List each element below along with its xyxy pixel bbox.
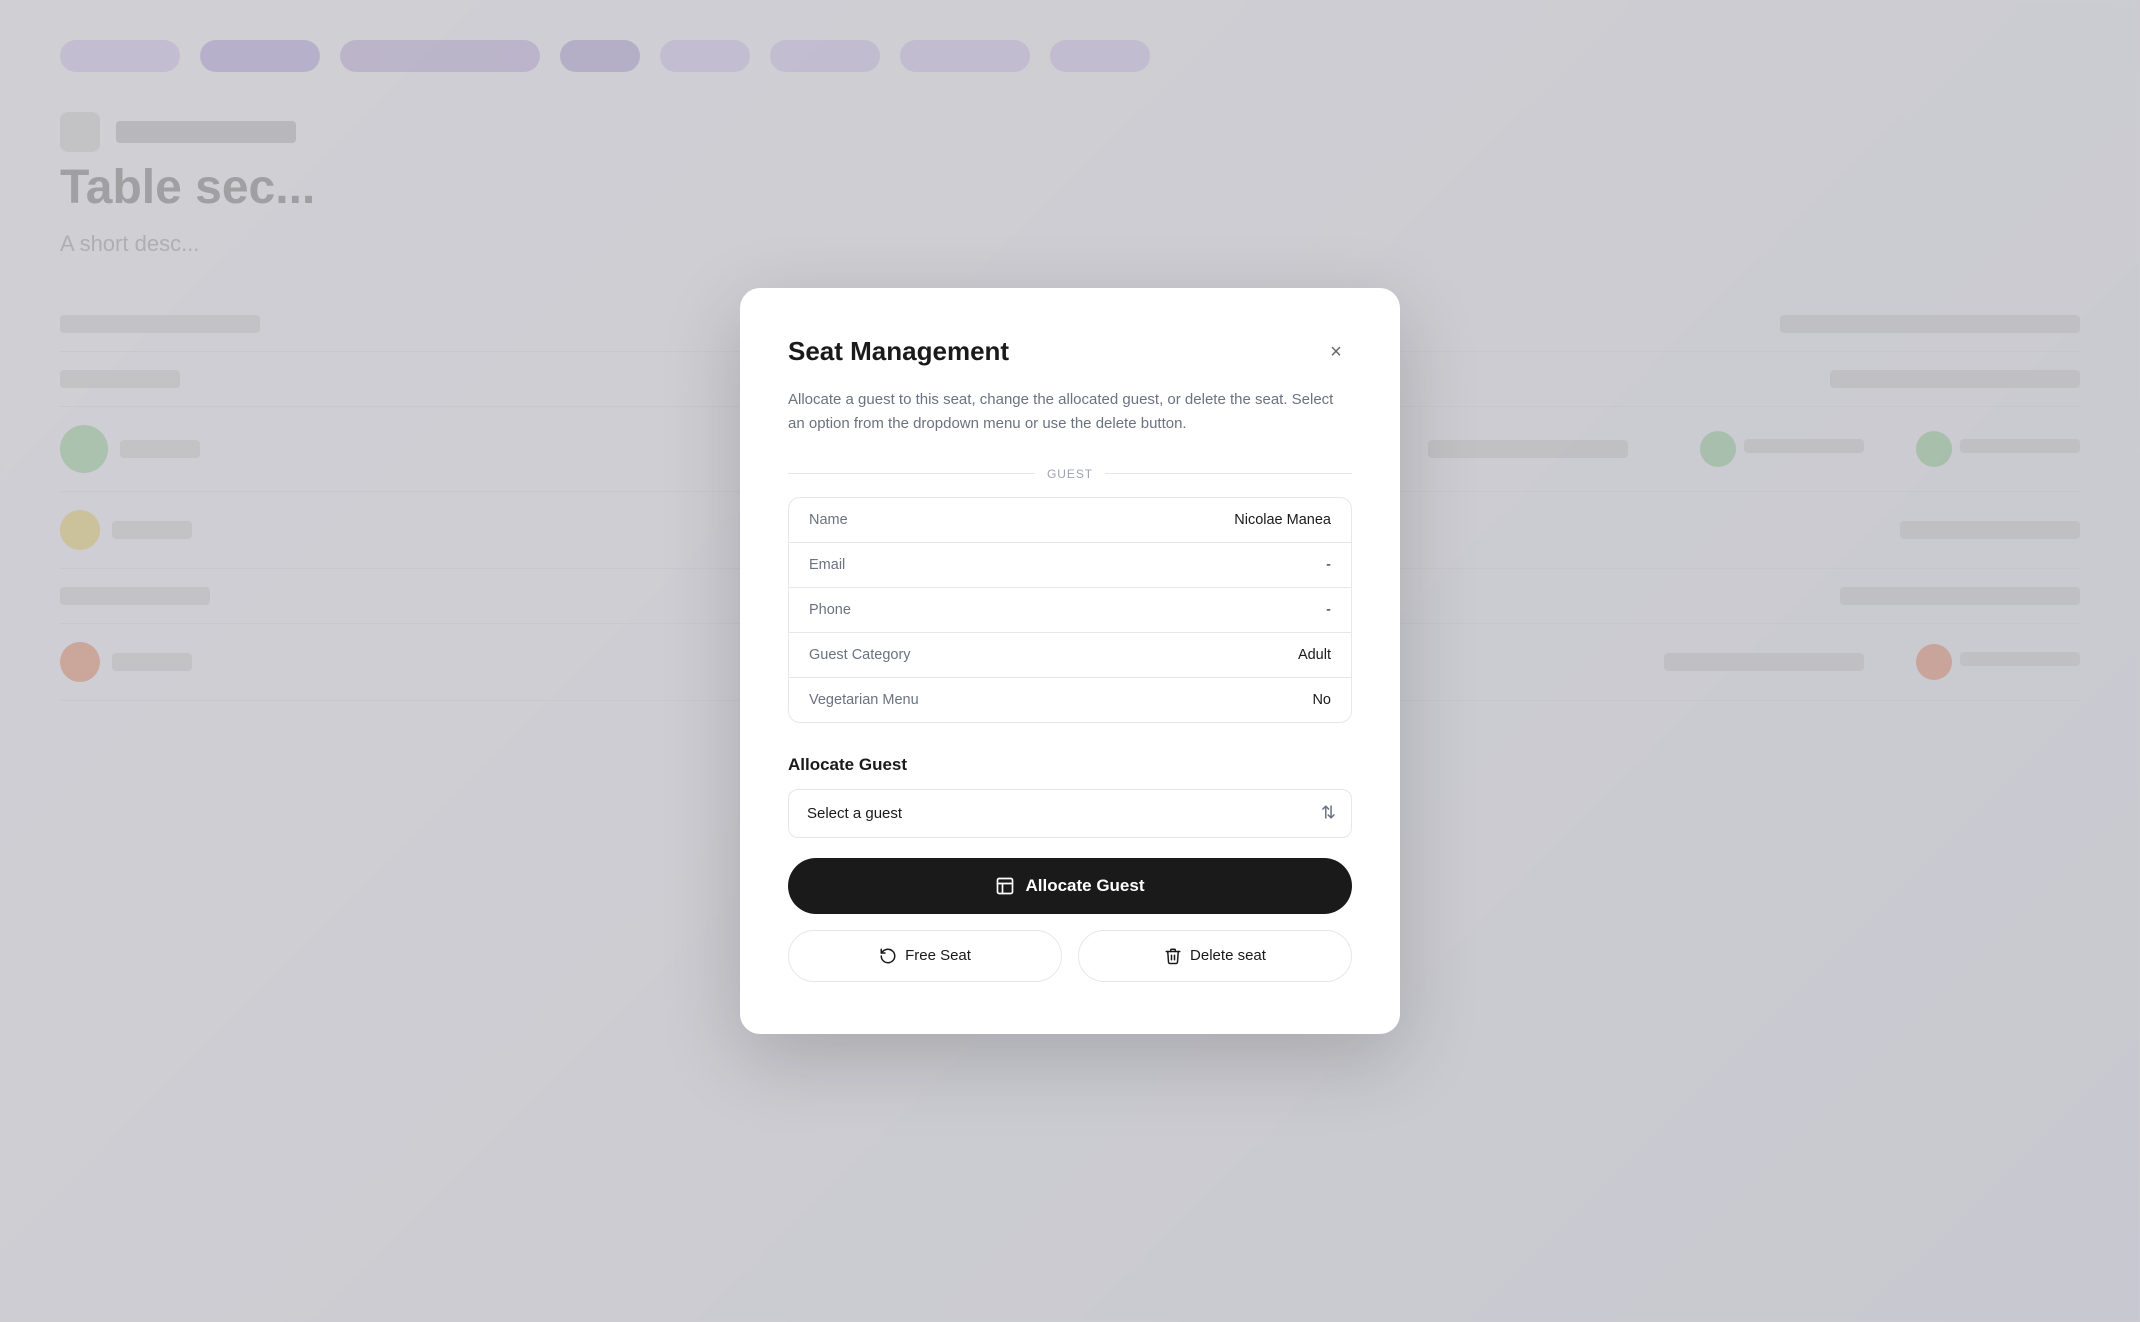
guest-select-wrapper: Select a guest ⇅: [788, 789, 1352, 838]
guest-value-category: Adult: [1298, 647, 1331, 663]
guest-row-category: Guest Category Adult: [789, 633, 1351, 678]
guest-info-table: Name Nicolae Manea Email - Phone - Guest…: [788, 497, 1352, 723]
guest-row-email: Email -: [789, 543, 1351, 588]
guest-select[interactable]: Select a guest: [788, 789, 1352, 838]
allocate-icon: [995, 876, 1015, 896]
modal-description: Allocate a guest to this seat, change th…: [788, 388, 1352, 435]
divider-left: [788, 473, 1035, 474]
guest-value-name: Nicolae Manea: [1234, 512, 1331, 528]
modal-backdrop: Seat Management × Allocate a guest to th…: [0, 0, 2140, 1322]
guest-label-name: Name: [809, 512, 848, 528]
allocate-guest-label: Allocate Guest: [1025, 876, 1144, 896]
trash-icon: [1164, 947, 1182, 965]
close-button[interactable]: ×: [1320, 336, 1352, 368]
guest-row-name: Name Nicolae Manea: [789, 498, 1351, 543]
free-seat-icon: [879, 947, 897, 965]
free-seat-button[interactable]: Free Seat: [788, 930, 1062, 982]
guest-label-vegetarian: Vegetarian Menu: [809, 692, 919, 708]
delete-seat-label: Delete seat: [1190, 947, 1266, 964]
guest-label-phone: Phone: [809, 602, 851, 618]
allocate-guest-button[interactable]: Allocate Guest: [788, 858, 1352, 914]
divider-right: [1105, 473, 1352, 474]
guest-section-label: GUEST: [1047, 467, 1093, 481]
guest-value-vegetarian: No: [1312, 692, 1331, 708]
guest-label-email: Email: [809, 557, 845, 573]
guest-value-email: -: [1326, 557, 1331, 573]
guest-value-phone: -: [1326, 602, 1331, 618]
bottom-buttons: Free Seat Delete seat: [788, 930, 1352, 982]
free-seat-label: Free Seat: [905, 947, 971, 964]
guest-label-category: Guest Category: [809, 647, 911, 663]
guest-row-vegetarian: Vegetarian Menu No: [789, 678, 1351, 722]
guest-row-phone: Phone -: [789, 588, 1351, 633]
delete-seat-button[interactable]: Delete seat: [1078, 930, 1352, 982]
modal-title: Seat Management: [788, 336, 1009, 367]
allocate-section-label: Allocate Guest: [788, 755, 1352, 775]
modal-header: Seat Management ×: [788, 336, 1352, 368]
seat-management-modal: Seat Management × Allocate a guest to th…: [740, 288, 1400, 1034]
guest-section-divider: GUEST: [788, 467, 1352, 481]
